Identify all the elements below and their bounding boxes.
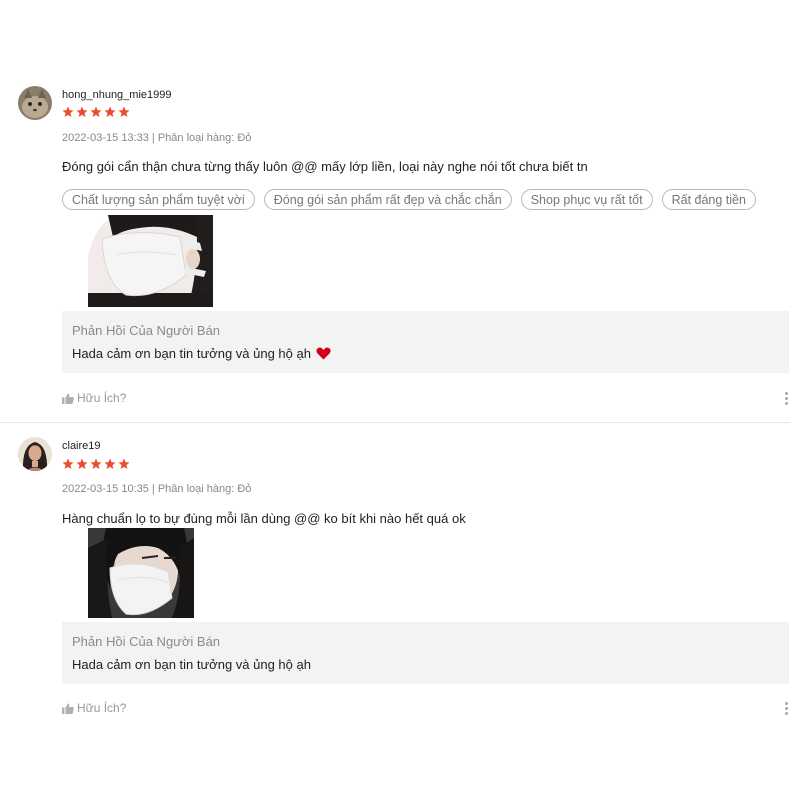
review-item: claire19 2022-03-15 10:35 | Phân loại hà… — [0, 424, 800, 724]
review-comment: Đóng gói cẩn thận chưa từng thấy luôn @@… — [62, 159, 588, 174]
username[interactable]: claire19 — [62, 440, 101, 452]
review-tag: Shop phục vụ rất tốt — [520, 189, 653, 210]
more-options-icon[interactable] — [785, 702, 789, 715]
variant-label: Phân loại hàng: Đỏ — [157, 132, 252, 144]
helpful-label: Hữu Ích? — [77, 391, 127, 405]
username[interactable]: hong_nhung_mie1999 — [62, 89, 172, 101]
review-photo[interactable] — [88, 215, 213, 307]
star-icon — [104, 106, 116, 117]
star-rating — [62, 458, 130, 470]
review-date: 2022-03-15 10:35 — [62, 483, 149, 495]
star-rating — [62, 106, 130, 118]
heart-icon — [316, 347, 331, 360]
seller-reply-title: Phản Hồi Của Người Bán — [72, 323, 221, 338]
star-icon — [76, 106, 88, 117]
review-item: hong_nhung_mie1999 2022-03-15 13:33 | Ph… — [0, 0, 800, 420]
review-comment: Hàng chuẩn lọ to bự đùng mỗi lần dùng @@… — [62, 511, 466, 526]
helpful-label: Hữu Ích? — [77, 701, 127, 715]
thumbs-up-icon — [62, 703, 74, 714]
seller-reply-title: Phản Hồi Của Người Bán — [72, 634, 221, 649]
user-avatar[interactable] — [18, 86, 52, 120]
seller-reply-text: Hada cảm ơn bạn tin tưởng và ủng hộ ạh — [72, 346, 311, 361]
star-icon — [118, 458, 130, 469]
star-icon — [62, 458, 74, 469]
seller-reply-text: Hada cảm ơn bạn tin tưởng và ủng hộ ạh — [72, 657, 311, 672]
thumbs-up-icon — [62, 393, 74, 404]
review-meta: 2022-03-15 10:35 | Phân loại hàng: Đỏ — [62, 483, 251, 495]
review-tag: Rất đáng tiền — [661, 189, 756, 210]
star-icon — [118, 106, 130, 117]
seller-reply: Phản Hồi Của Người Bán Hada cảm ơn bạn t… — [62, 311, 789, 373]
seller-reply-body: Hada cảm ơn bạn tin tưởng và ủng hộ ạh — [72, 346, 331, 361]
star-icon — [90, 106, 102, 117]
review-tags: Chất lượng sản phẩm tuyệt vời Đóng gói s… — [62, 189, 756, 210]
seller-reply-body: Hada cảm ơn bạn tin tưởng và ủng hộ ạh — [72, 657, 311, 672]
variant-label: Phân loại hàng: Đỏ — [157, 483, 252, 495]
helpful-button[interactable]: Hữu Ích? — [62, 391, 126, 405]
star-icon — [104, 458, 116, 469]
user-avatar[interactable] — [18, 437, 52, 471]
more-options-icon[interactable] — [785, 392, 789, 405]
review-date: 2022-03-15 13:33 — [62, 132, 149, 144]
review-divider — [0, 422, 790, 423]
star-icon — [62, 106, 74, 117]
helpful-button[interactable]: Hữu Ích? — [62, 701, 126, 715]
review-tag: Chất lượng sản phẩm tuyệt vời — [62, 189, 255, 210]
review-photo[interactable] — [88, 528, 194, 618]
review-tag: Đóng gói sản phẩm rất đẹp và chắc chắn — [263, 189, 512, 210]
star-icon — [90, 458, 102, 469]
seller-reply: Phản Hồi Của Người Bán Hada cảm ơn bạn t… — [62, 622, 789, 684]
review-meta: 2022-03-15 13:33 | Phân loại hàng: Đỏ — [62, 132, 251, 144]
star-icon — [76, 458, 88, 469]
